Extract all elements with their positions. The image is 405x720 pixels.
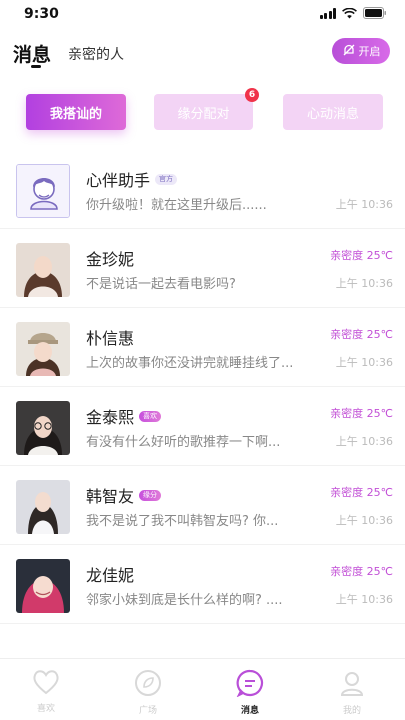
battery-icon — [363, 7, 387, 19]
bell-off-icon — [342, 42, 356, 61]
avatar — [16, 480, 70, 534]
message-time: 上午 10:36 — [335, 435, 393, 448]
intimacy-level: 亲密度 25℃ — [330, 486, 393, 499]
avatar — [16, 243, 70, 297]
nav-messages[interactable]: 消息 — [220, 669, 280, 716]
message-preview: 邻家小妹到底是长什么样的啊? .... — [86, 593, 283, 608]
bottom-nav: 喜欢 广场 消息 我的 — [0, 658, 405, 720]
contact-name: 龙佳妮 — [86, 562, 134, 586]
nav-like-label: 喜欢 — [36, 704, 55, 714]
contact-name-text: 朴信惠 — [86, 329, 135, 348]
compass-icon — [134, 669, 162, 701]
contact-name-text: 金泰熙 — [86, 408, 135, 427]
user-icon — [338, 669, 366, 701]
fate-tag: 缘分 — [139, 489, 162, 501]
message-item[interactable]: 金珍妮 不是说话一起去看电影吗? 亲密度 25℃ 上午 10:36 — [0, 229, 405, 308]
message-item[interactable]: 心伴助手 官方 你升级啦！就在这里升级后...... 上午 10:36 — [0, 150, 405, 229]
nav-mine-label: 我的 — [342, 706, 361, 716]
message-preview: 不是说话一起去看电影吗? — [86, 277, 236, 292]
segment-match-label: 缘分配对 — [177, 106, 230, 122]
tab-underline — [31, 65, 41, 68]
contact-name: 金珍妮 — [86, 246, 134, 270]
open-button-label: 开启 — [358, 45, 381, 58]
message-item[interactable]: 金泰熙 喜欢 有没有什么好听的歌推荐一下啊... 亲密度 25℃ 上午 10:3… — [0, 387, 405, 466]
contact-name: 朴信惠 — [86, 325, 134, 349]
wifi-icon — [342, 7, 357, 19]
status-time: 9:30 — [24, 6, 59, 22]
message-time: 上午 10:36 — [335, 198, 393, 211]
intimacy-level: 亲密度 25℃ — [330, 249, 393, 262]
message-time: 上午 10:36 — [335, 356, 393, 369]
avatar — [16, 164, 70, 218]
tab-messages[interactable]: 消息 — [13, 40, 51, 67]
contact-name-text: 韩智友 — [86, 487, 135, 506]
contact-name-text: 龙佳妮 — [86, 566, 135, 585]
contact-name: 心伴助手 官方 — [86, 167, 178, 191]
message-item[interactable]: 韩智友 缘分 我不是说了我不叫韩智友吗? 你... 亲密度 25℃ 上午 10:… — [0, 466, 405, 545]
intimacy-level: 亲密度 25℃ — [330, 328, 393, 341]
status-bar: 9:30 — [0, 0, 405, 28]
nav-mine[interactable]: 我的 — [322, 669, 382, 716]
like-tag: 喜欢 — [139, 410, 162, 422]
message-time: 上午 10:36 — [335, 277, 393, 290]
avatar — [16, 401, 70, 455]
message-list: 心伴助手 官方 你升级啦！就在这里升级后...... 上午 10:36 金珍妮 … — [0, 150, 405, 624]
nav-plaza[interactable]: 广场 — [118, 669, 178, 716]
nav-plaza-label: 广场 — [138, 706, 157, 716]
avatar — [16, 559, 70, 613]
heart-icon — [32, 669, 60, 699]
message-preview: 你升级啦！就在这里升级后...... — [86, 198, 267, 213]
open-button[interactable]: 开启 — [332, 38, 390, 64]
message-preview: 上次的故事你还没讲完就睡挂线了... — [86, 356, 294, 371]
message-time: 上午 10:36 — [335, 514, 393, 527]
contact-name-text: 金珍妮 — [86, 250, 135, 269]
match-badge: 6 — [245, 88, 259, 102]
nav-messages-label: 消息 — [240, 706, 259, 716]
header: 消息 亲密的人 开启 — [0, 34, 405, 74]
message-item[interactable]: 龙佳妮 邻家小妹到底是长什么样的啊? .... 亲密度 25℃ 上午 10:36 — [0, 545, 405, 624]
intimacy-level: 亲密度 25℃ — [330, 407, 393, 420]
segment-match[interactable]: 缘分配对 6 — [154, 88, 259, 130]
contact-name: 金泰熙 喜欢 — [86, 404, 162, 428]
message-preview: 有没有什么好听的歌推荐一下啊... — [86, 435, 281, 450]
message-preview: 我不是说了我不叫韩智友吗? 你... — [86, 514, 279, 529]
tab-intimate[interactable]: 亲密的人 — [68, 44, 124, 64]
contact-name: 韩智友 缘分 — [86, 483, 162, 507]
chat-icon — [236, 669, 264, 701]
contact-name-text: 心伴助手 — [86, 171, 151, 190]
message-item[interactable]: 朴信惠 上次的故事你还没讲完就睡挂线了... 亲密度 25℃ 上午 10:36 — [0, 308, 405, 387]
signal-icon — [319, 7, 336, 19]
avatar — [16, 322, 70, 376]
segment-my-chats[interactable]: 我搭讪的 — [26, 94, 126, 130]
intimacy-level: 亲密度 25℃ — [330, 565, 393, 578]
message-time: 上午 10:36 — [335, 593, 393, 606]
segment-heart-messages[interactable]: 心动消息 — [283, 94, 383, 130]
nav-like[interactable]: 喜欢 — [16, 669, 76, 714]
official-tag: 官方 — [155, 173, 178, 185]
status-icons — [319, 7, 388, 19]
